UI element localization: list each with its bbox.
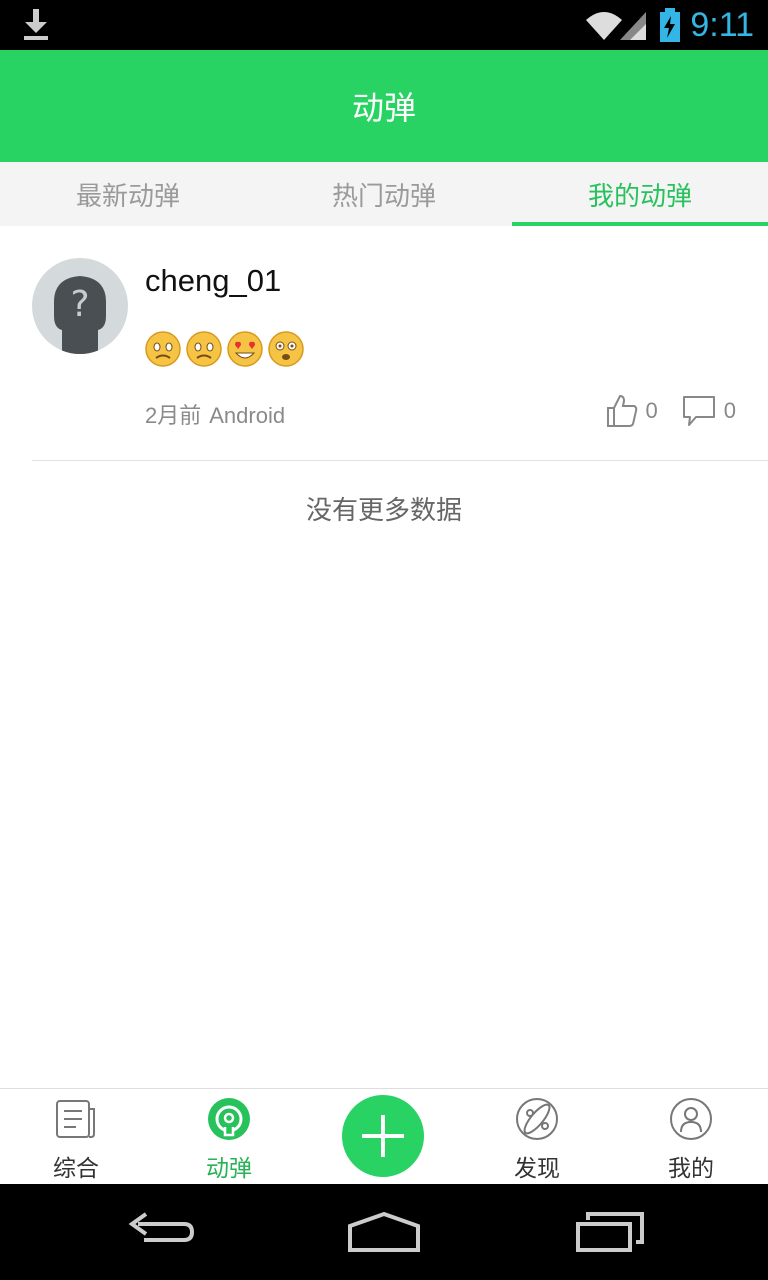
- page-title: 动弹: [351, 89, 416, 127]
- status-bar: 9:11: [0, 0, 768, 50]
- post-username[interactable]: cheng_01: [145, 263, 281, 299]
- add-tweet-button[interactable]: [342, 1095, 424, 1177]
- system-nav-bar: [0, 1184, 768, 1280]
- planet-icon: [516, 1098, 558, 1140]
- heart-eyes-face-icon: [227, 331, 263, 367]
- nav-item-discover[interactable]: 发现: [482, 1089, 592, 1185]
- back-icon[interactable]: [124, 1206, 196, 1258]
- nav-item-general[interactable]: 综合: [21, 1089, 131, 1185]
- wifi-icon: [586, 12, 646, 40]
- post-source: Android: [209, 403, 286, 428]
- comment-button[interactable]: 0: [682, 395, 736, 427]
- nav-label-discover: 发现: [514, 1156, 560, 1182]
- post-item[interactable]: ? cheng_01 2月前 Android 0 0: [0, 226, 768, 461]
- tab-bar: 最新动弹 热门动弹 我的动弹: [0, 162, 768, 226]
- nav-label-general: 综合: [53, 1156, 99, 1182]
- plus-icon: [362, 1115, 404, 1157]
- post-content: [145, 331, 304, 367]
- app-bar: 动弹: [0, 50, 768, 162]
- recent-apps-icon[interactable]: [574, 1206, 648, 1258]
- avatar[interactable]: ?: [32, 258, 128, 354]
- profile-icon: [670, 1098, 712, 1140]
- nav-item-me[interactable]: 我的: [636, 1089, 746, 1185]
- unknown-user-icon: ?: [54, 276, 106, 354]
- worried-face-icon: [145, 331, 181, 367]
- svg-text:?: ?: [70, 284, 89, 325]
- nav-item-tweet[interactable]: 动弹: [174, 1089, 284, 1185]
- dizzy-face-icon: [268, 331, 304, 367]
- post-time: 2月前: [145, 403, 202, 428]
- news-icon: [56, 1100, 95, 1138]
- thumbs-up-icon: [606, 394, 637, 427]
- tweet-icon: [208, 1098, 250, 1140]
- tab-mine[interactable]: 我的动弹: [512, 162, 768, 226]
- status-time: 9:11: [690, 6, 754, 44]
- comment-icon: [682, 396, 715, 426]
- battery-charging-icon: [660, 8, 680, 42]
- divider: [32, 460, 768, 461]
- nav-label-me: 我的: [668, 1156, 714, 1182]
- like-count: 0: [645, 398, 658, 423]
- post-actions: 0 0: [606, 394, 736, 428]
- no-more-data-label: 没有更多数据: [305, 496, 462, 526]
- comment-count: 0: [723, 398, 736, 423]
- home-icon[interactable]: [346, 1206, 422, 1258]
- tab-hot[interactable]: 热门动弹: [256, 162, 512, 226]
- nav-label-tweet: 动弹: [206, 1156, 252, 1182]
- post-meta: 2月前 Android: [145, 398, 285, 430]
- tab-latest[interactable]: 最新动弹: [0, 162, 256, 226]
- like-button[interactable]: 0: [606, 394, 658, 428]
- worried-face-icon: [186, 331, 222, 367]
- download-icon: [24, 9, 48, 40]
